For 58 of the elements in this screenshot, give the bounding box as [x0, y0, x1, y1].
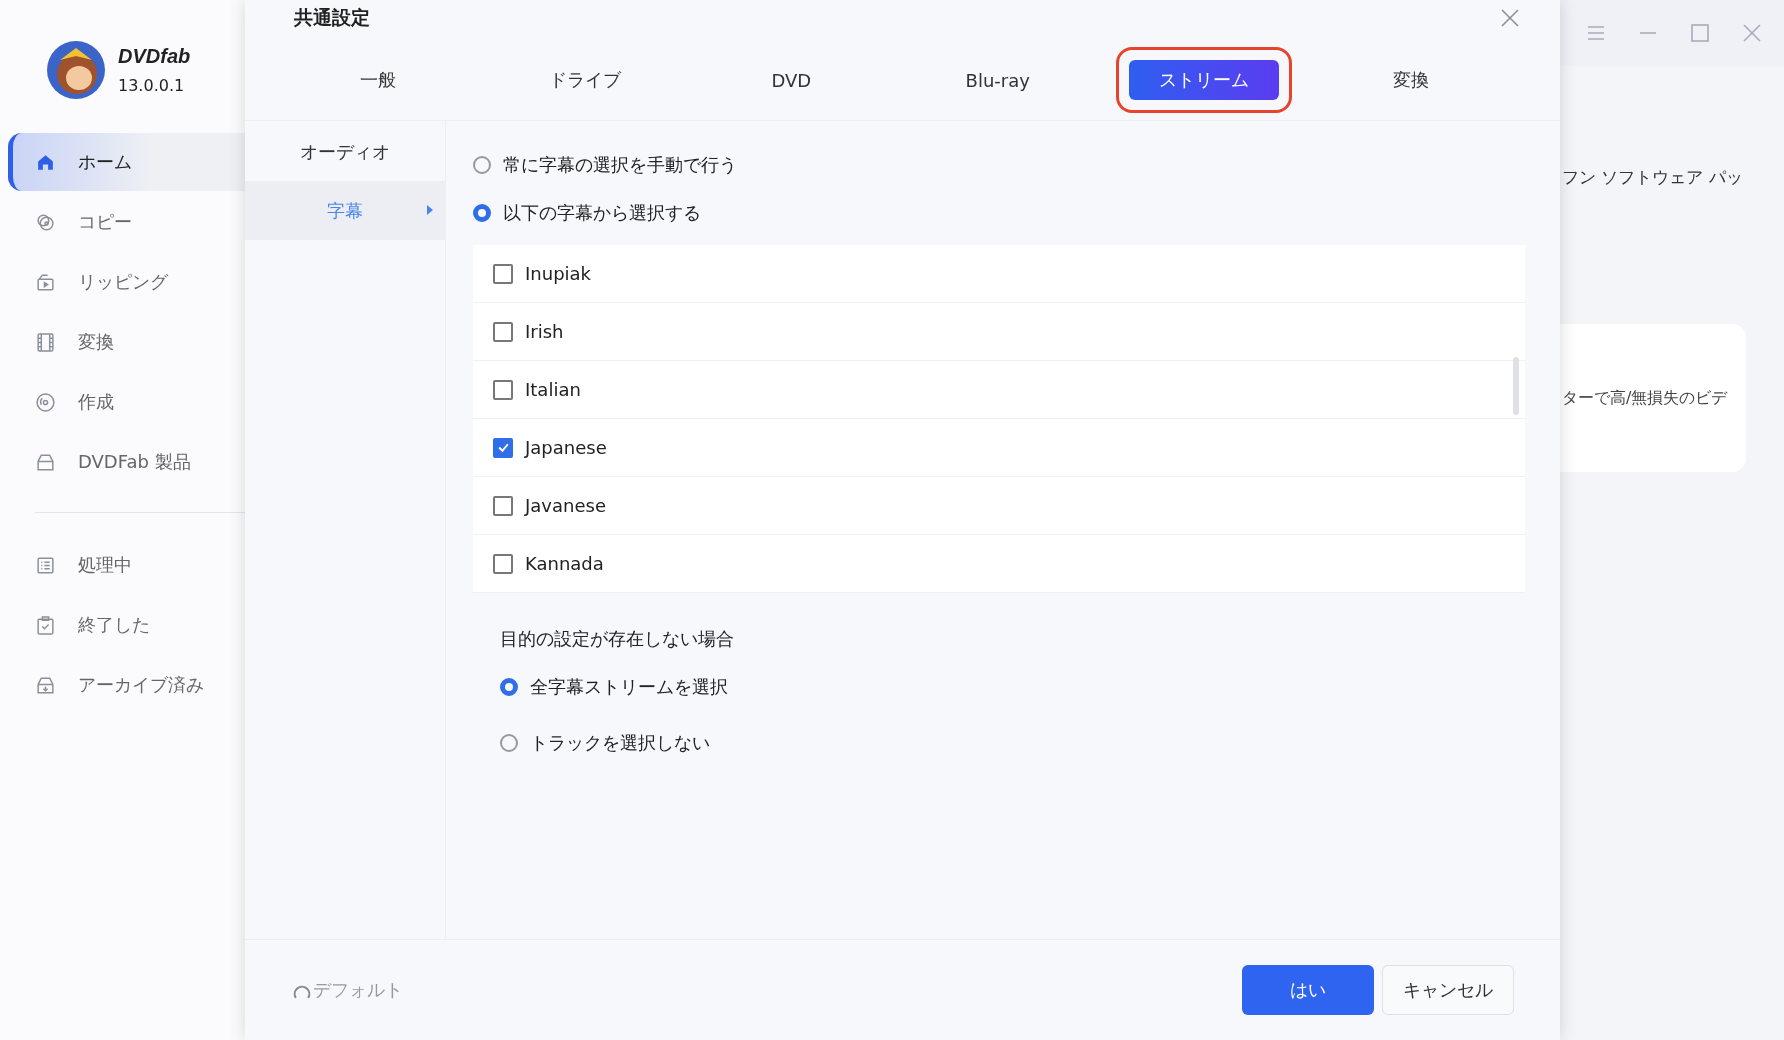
sidebar-item[interactable]: コピー — [8, 193, 245, 251]
radio-button[interactable] — [500, 734, 518, 752]
checkbox[interactable] — [493, 495, 513, 516]
language-label: Irish — [525, 321, 564, 342]
close-icon[interactable] — [1500, 8, 1520, 28]
language-label: Kannada — [525, 553, 604, 574]
checkbox[interactable] — [493, 321, 513, 342]
caret-icon — [427, 205, 433, 215]
section-heading: 目的の設定が存在しない場合 — [500, 627, 735, 651]
banner-text: フン ソフトウェア パッ — [1561, 166, 1744, 189]
checkbox[interactable] — [493, 263, 513, 284]
folder-play-icon — [35, 271, 56, 293]
check-mark-icon — [496, 441, 510, 454]
radio-label: 全字幕ストリームを選択 — [530, 675, 728, 699]
film-icon — [35, 331, 56, 353]
archive-box-icon — [35, 674, 56, 696]
sidebar-item[interactable]: 終了した — [8, 596, 245, 654]
tab[interactable]: ストリーム — [1129, 60, 1280, 100]
tab[interactable]: DVD — [749, 61, 834, 99]
language-label: Italian — [525, 379, 581, 400]
sidebar-item[interactable]: リッピング — [8, 253, 245, 311]
tab[interactable]: Blu-ray — [943, 61, 1052, 99]
radio-label: トラックを選択しない — [530, 731, 710, 755]
brand-name: DVDfab — [118, 45, 191, 68]
sidebar-item[interactable]: ホーム — [8, 133, 245, 191]
tab[interactable]: ドライブ — [526, 60, 643, 100]
dialog-title: 共通設定 — [294, 5, 370, 30]
sidebar-item[interactable]: 作成 — [8, 373, 245, 431]
sidebar-item[interactable]: 処理中 — [8, 536, 245, 594]
list-icon — [35, 554, 56, 576]
language-label: Japanese — [525, 437, 607, 458]
sidebar-item[interactable]: 変換 — [8, 313, 245, 371]
radio-button[interactable] — [473, 204, 491, 222]
version-text: 13.0.0.1 — [118, 76, 186, 95]
tab[interactable]: 変換 — [1370, 60, 1451, 100]
subnav-item[interactable]: 字幕 — [245, 181, 445, 240]
sidebar-item[interactable]: DVDFab 製品 — [8, 433, 245, 491]
checkbox[interactable] — [493, 379, 513, 400]
scrollbar-thumb[interactable] — [1513, 357, 1519, 415]
language-label: Inupiak — [525, 263, 591, 284]
subnav-item[interactable]: オーディオ — [245, 122, 445, 181]
monkey-logo-icon — [46, 40, 106, 100]
box-icon — [35, 451, 56, 473]
ok-button[interactable]: はい — [1242, 965, 1374, 1015]
checkbox[interactable] — [493, 437, 513, 458]
clipboard-check-icon — [35, 614, 56, 636]
cancel-button[interactable]: キャンセル — [1382, 965, 1514, 1015]
radio-button[interactable] — [473, 156, 491, 174]
radio-button[interactable] — [500, 678, 518, 696]
disc-icon — [35, 391, 56, 413]
checkbox[interactable] — [493, 553, 513, 574]
radio-label: 以下の字幕から選択する — [503, 201, 701, 225]
sidebar-item[interactable]: アーカイブ済み — [8, 656, 245, 714]
language-label: Javanese — [525, 495, 606, 516]
discs-icon — [35, 211, 56, 233]
card-text: ターで高/無損失のビデ — [1561, 387, 1728, 409]
radio-label: 常に字幕の選択を手動で行う — [503, 153, 737, 177]
tab[interactable]: 一般 — [338, 60, 419, 100]
